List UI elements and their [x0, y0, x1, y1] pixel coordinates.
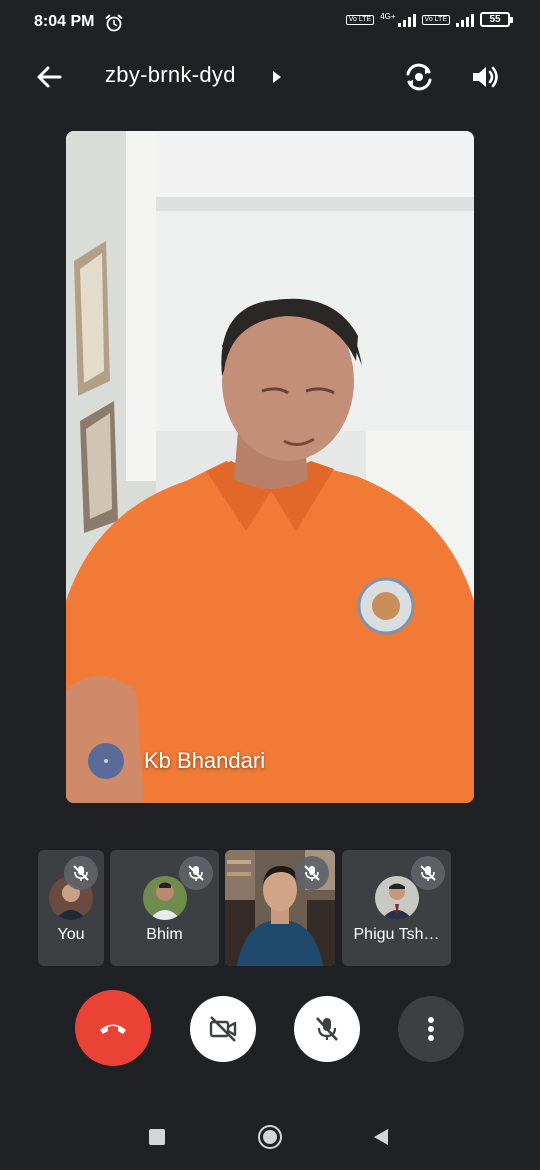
participant-name: Phigu Tsh… [353, 926, 440, 943]
more-vert-icon [428, 1017, 434, 1041]
toggle-camera-button[interactable] [190, 996, 256, 1062]
avatar [143, 876, 187, 920]
caret-right-icon[interactable] [272, 70, 282, 84]
mic-off-icon [316, 1017, 338, 1041]
phone-hangup-icon [100, 1024, 126, 1034]
end-call-button[interactable] [75, 990, 151, 1066]
main-participant-name: Kb Bhandari [144, 748, 266, 773]
speaker-video-feed [66, 131, 474, 803]
status-bar: 8:04 PM Vo LTE 4G+ Vo LTE 55 [0, 0, 540, 46]
toggle-mic-button[interactable] [294, 996, 360, 1062]
participant-name: Bhim [146, 926, 183, 943]
mic-off-icon [411, 856, 445, 890]
main-participant-label: Kb Bhandari [88, 743, 265, 779]
status-time: 8:04 PM [34, 13, 95, 30]
camera-switch-icon[interactable] [402, 60, 436, 94]
speaker-icon[interactable] [468, 60, 502, 94]
meeting-code[interactable]: zby-brnk-dyd [105, 62, 236, 88]
home-circle-icon[interactable] [258, 1125, 282, 1149]
mic-off-icon [179, 856, 213, 890]
battery-icon: 55 [480, 12, 513, 27]
mic-off-icon [64, 856, 98, 890]
signal-icon-2 [456, 13, 474, 27]
more-options-button[interactable] [398, 996, 464, 1062]
participant-tile-you[interactable]: You [38, 850, 104, 966]
mic-off-icon [295, 856, 329, 890]
participant-tile-video[interactable] [225, 850, 335, 966]
alarm-clock-icon [105, 14, 123, 32]
recents-square-icon[interactable] [149, 1129, 165, 1145]
volte-badge: Vo LTE [345, 14, 375, 25]
signal-icon [397, 13, 416, 27]
network-type: 4G+ [380, 12, 396, 21]
volte-badge-2: Vo LTE [421, 14, 450, 25]
participant-name: You [57, 926, 85, 943]
main-video-tile[interactable]: Kb Bhandari [66, 131, 474, 803]
participant-tile-bhim[interactable]: Bhim [110, 850, 219, 966]
nav-back-triangle-icon[interactable] [372, 1128, 390, 1146]
participant-avatar [88, 743, 124, 779]
avatar [375, 876, 419, 920]
participant-tile-phigu[interactable]: Phigu Tsh… [342, 850, 451, 966]
video-off-icon [209, 1016, 237, 1042]
back-arrow-icon[interactable] [34, 62, 64, 92]
status-indicators: Vo LTE 4G+ Vo LTE 55 [345, 12, 513, 27]
